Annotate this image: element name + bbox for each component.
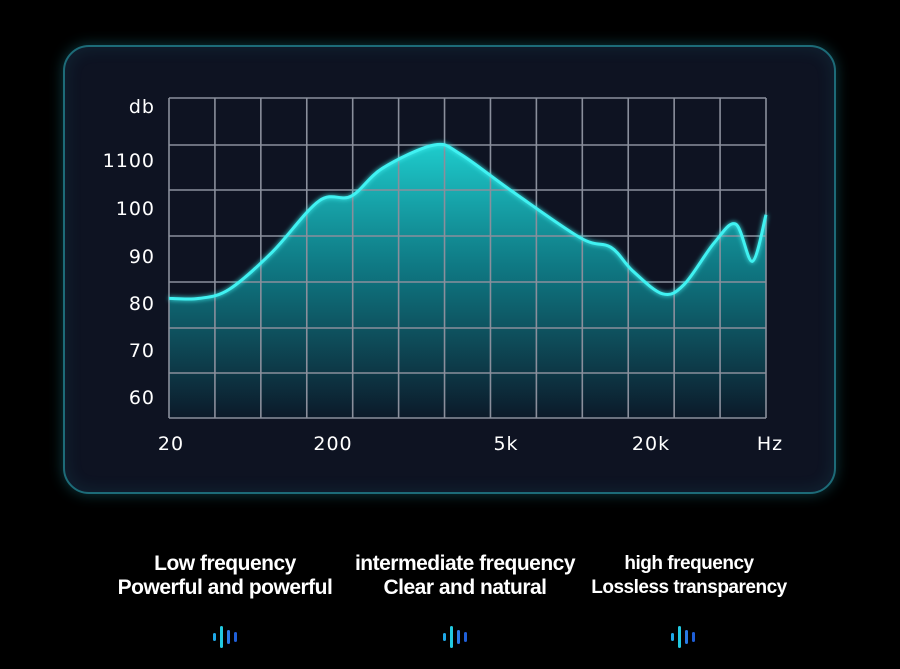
sound-wave-icon bbox=[671, 626, 695, 648]
y-tick-label: 80 bbox=[129, 293, 155, 315]
x-tick-label: 20 bbox=[158, 433, 184, 455]
y-tick-label: 1100 bbox=[103, 150, 155, 172]
x-axis-label: Hz bbox=[757, 433, 783, 455]
y-tick-label: 70 bbox=[129, 340, 155, 362]
response-area bbox=[169, 144, 766, 418]
x-tick-label: 5k bbox=[493, 433, 518, 455]
band-high-frequency: high frequency Lossless transparency bbox=[539, 552, 839, 600]
sound-wave-icon bbox=[443, 626, 467, 648]
band-subtitle: Lossless transparency bbox=[591, 577, 787, 598]
y-tick-label: 60 bbox=[129, 387, 155, 409]
y-axis-label: db bbox=[129, 96, 155, 118]
y-tick-label: 100 bbox=[116, 198, 155, 220]
x-tick-label: 200 bbox=[313, 433, 352, 455]
band-title: high frequency bbox=[624, 553, 754, 574]
x-tick-label: 20k bbox=[632, 433, 670, 455]
sound-wave-icon bbox=[213, 626, 237, 648]
y-tick-label: 90 bbox=[129, 246, 155, 268]
